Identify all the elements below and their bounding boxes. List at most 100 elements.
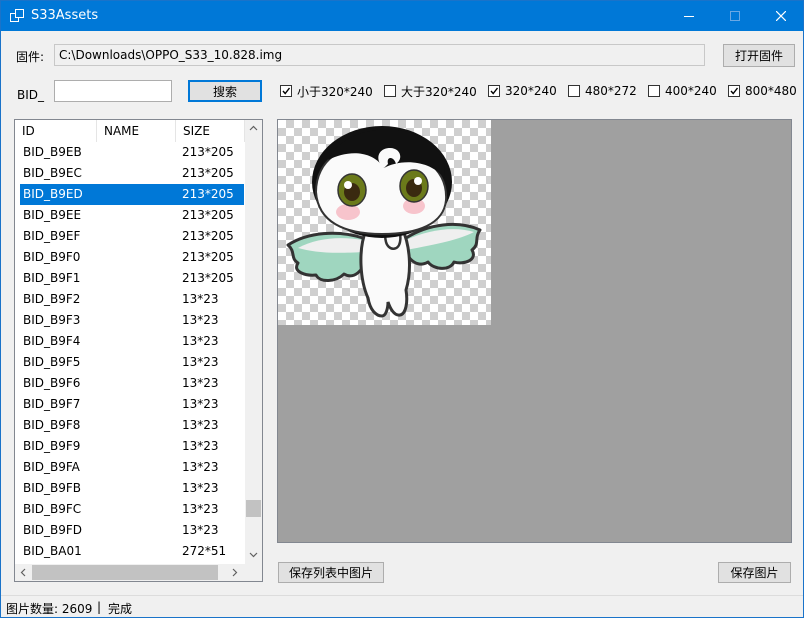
cell-size: 13*23 xyxy=(182,376,219,390)
table-row[interactable]: BID_B9EC 213*205 xyxy=(20,163,244,184)
cell-id: BID_B9F3 xyxy=(23,313,81,327)
filter-480x272[interactable]: 480*272 xyxy=(568,83,637,99)
cell-size: 13*23 xyxy=(182,292,219,306)
close-icon xyxy=(776,11,786,21)
search-button[interactable]: 搜索 xyxy=(188,80,262,102)
cell-size: 213*205 xyxy=(182,229,234,243)
bid-prefix-label: BID_ xyxy=(17,88,45,102)
image-count: 图片数量: 2609 xyxy=(6,602,93,616)
table-row[interactable]: BID_B9F4 13*23 xyxy=(20,331,244,352)
cell-size: 13*23 xyxy=(182,313,219,327)
cell-id: BID_B9F4 xyxy=(23,334,81,348)
cell-size: 13*23 xyxy=(182,355,219,369)
save-list-images-button[interactable]: 保存列表中图片 xyxy=(278,562,384,583)
table-row[interactable]: BID_B9FC 13*23 xyxy=(20,499,244,520)
image-preview-panel xyxy=(277,119,792,543)
scrollbar-corner xyxy=(245,564,262,581)
cell-size: 13*23 xyxy=(182,418,219,432)
cell-size: 13*23 xyxy=(182,523,219,537)
table-row[interactable]: BID_B9EB 213*205 xyxy=(20,142,244,163)
status-bar: 图片数量: 2609 | 完成 xyxy=(1,595,803,617)
window-title: S33Assets xyxy=(31,8,99,23)
firmware-path-field[interactable]: C:\Downloads\OPPO_S33_10.828.img xyxy=(54,44,705,66)
table-row[interactable]: BID_BA01 272*51 xyxy=(20,541,244,562)
horizontal-scrollbar[interactable] xyxy=(15,564,245,581)
window-icon xyxy=(10,9,24,22)
cell-id: BID_B9EE xyxy=(23,208,82,222)
table-row[interactable]: BID_B9EE 213*205 xyxy=(20,205,244,226)
cell-size: 13*23 xyxy=(182,439,219,453)
table-row[interactable]: BID_B9F5 13*23 xyxy=(20,352,244,373)
table-row[interactable]: BID_B9FB 13*23 xyxy=(20,478,244,499)
cell-id: BID_B9F7 xyxy=(23,397,81,411)
filter-label: 小于320*240 xyxy=(297,84,373,99)
cell-size: 272*51 xyxy=(182,544,227,558)
check-icon xyxy=(730,87,739,95)
vertical-scrollbar[interactable] xyxy=(245,120,262,564)
cell-id: BID_B9FC xyxy=(23,502,82,516)
search-input[interactable] xyxy=(54,80,172,102)
cell-size: 13*23 xyxy=(182,460,219,474)
filter-label: 400*240 xyxy=(665,84,717,98)
column-header-id[interactable]: ID xyxy=(15,120,97,142)
cell-size: 13*23 xyxy=(182,502,219,516)
chevron-down-icon xyxy=(249,552,258,558)
cell-id: BID_B9F1 xyxy=(23,271,81,285)
vertical-scroll-thumb[interactable] xyxy=(246,500,261,517)
table-row[interactable]: BID_B9F8 13*23 xyxy=(20,415,244,436)
open-firmware-button[interactable]: 打开固件 xyxy=(723,44,795,67)
table-row[interactable]: BID_B9F7 13*23 xyxy=(20,394,244,415)
chevron-left-icon xyxy=(20,568,26,577)
filter-lt-320x240[interactable]: 小于320*240 xyxy=(280,83,373,99)
check-icon xyxy=(282,87,291,95)
cell-id: BID_B9EC xyxy=(23,166,82,180)
cell-size: 13*23 xyxy=(182,397,219,411)
close-button[interactable] xyxy=(758,1,803,31)
table-row[interactable]: BID_B9ED 213*205 xyxy=(20,184,244,205)
table-row[interactable]: BID_B9FA 13*23 xyxy=(20,457,244,478)
minimize-icon xyxy=(684,16,694,17)
asset-list[interactable]: ID NAME SIZE BID_B9EB 213*205 BID_B9EC 213*… xyxy=(14,119,263,582)
filter-800x480[interactable]: 800*480 xyxy=(728,83,797,99)
column-header-size[interactable]: SIZE xyxy=(176,120,245,142)
filter-gt-320x240[interactable]: 大于320*240 xyxy=(384,83,477,99)
horizontal-scroll-thumb[interactable] xyxy=(32,565,218,580)
firmware-label: 固件: xyxy=(16,50,45,64)
table-row[interactable]: BID_B9EF 213*205 xyxy=(20,226,244,247)
table-row[interactable]: BID_B9F9 13*23 xyxy=(20,436,244,457)
column-header-name[interactable]: NAME xyxy=(97,120,176,142)
title-bar[interactable]: S33Assets xyxy=(1,1,803,31)
cell-size: 213*205 xyxy=(182,145,234,159)
table-row[interactable]: BID_B9FD 13*23 xyxy=(20,520,244,541)
cell-id: BID_B9F0 xyxy=(23,250,81,264)
image-preview xyxy=(278,120,491,325)
table-row[interactable]: BID_B9F3 13*23 xyxy=(20,310,244,331)
cell-id: BID_B9F6 xyxy=(23,376,81,390)
app-window: S33Assets 固件: C:\Downloads\OPPO_S33_10.8… xyxy=(0,0,804,618)
table-row[interactable]: BID_B9F1 213*205 xyxy=(20,268,244,289)
maximize-icon xyxy=(730,11,740,21)
table-row[interactable]: BID_B9F6 13*23 xyxy=(20,373,244,394)
cell-id: BID_B9F9 xyxy=(23,439,81,453)
filter-label: 大于320*240 xyxy=(401,84,477,99)
save-image-button[interactable]: 保存图片 xyxy=(718,562,791,583)
cell-size: 213*205 xyxy=(182,208,234,222)
cell-size: 213*205 xyxy=(182,187,234,201)
cell-id: BID_B9ED xyxy=(23,187,83,201)
maximize-button[interactable] xyxy=(712,1,758,31)
chevron-right-icon xyxy=(232,568,238,577)
cell-size: 213*205 xyxy=(182,271,234,285)
filter-label: 800*480 xyxy=(745,84,797,98)
chevron-up-icon xyxy=(249,125,258,131)
filter-320x240[interactable]: 320*240 xyxy=(488,83,557,99)
minimize-button[interactable] xyxy=(666,1,712,31)
table-row[interactable]: BID_B9F0 213*205 xyxy=(20,247,244,268)
angel-mascot-image xyxy=(286,126,482,318)
check-icon xyxy=(490,87,499,95)
cell-id: BID_B9FA xyxy=(23,460,80,474)
table-row[interactable]: BID_B9F2 13*23 xyxy=(20,289,244,310)
cell-id: BID_B9EF xyxy=(23,229,81,243)
status-text: 完成 xyxy=(108,602,133,616)
cell-size: 213*205 xyxy=(182,250,234,264)
filter-400x240[interactable]: 400*240 xyxy=(648,83,717,99)
